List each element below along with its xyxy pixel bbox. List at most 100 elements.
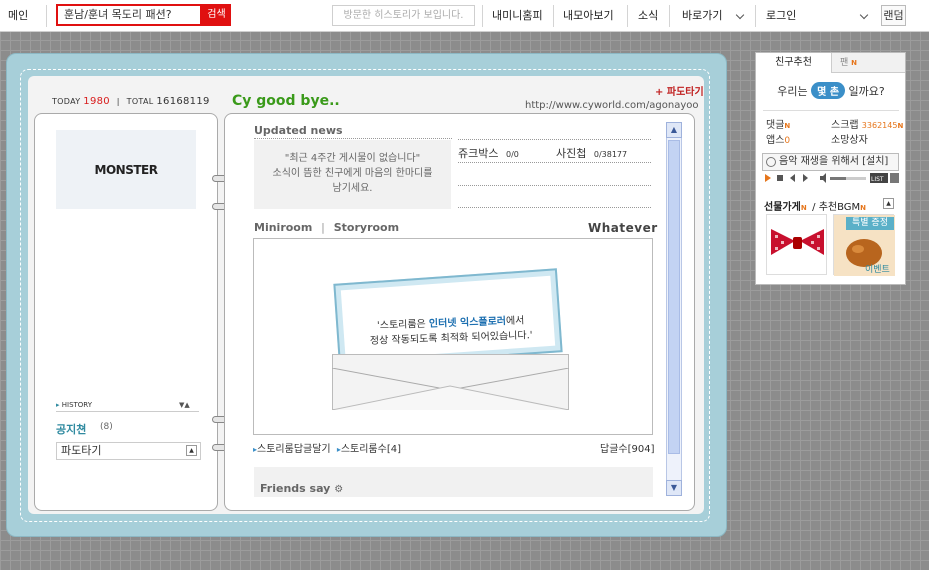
- storyroom-links: ▸스토리룸답글달기 ▸스토리룸수[4]: [253, 440, 401, 455]
- shortcut-menu[interactable]: 바로가기: [682, 0, 722, 32]
- music-install-bar[interactable]: 음악 재생을 위해서 [설치]: [762, 153, 899, 171]
- news-line: 남기세요.: [332, 183, 373, 194]
- divider: [458, 185, 651, 186]
- story-msg-part: 에서: [505, 315, 525, 328]
- random-button[interactable]: 랜덤: [881, 5, 906, 26]
- gift-shop-header: 선물가게N / 추천BGMN: [764, 198, 866, 213]
- total-label: TOTAL: [126, 97, 154, 106]
- apps-label: 앱스: [766, 135, 785, 146]
- room-tabs: Miniroom | Storyroom: [254, 221, 399, 234]
- divider: [254, 138, 452, 139]
- scrollbar-thumb[interactable]: [668, 140, 680, 454]
- news-line: "최근 4주간 게시물이 없습니다": [284, 153, 421, 164]
- history-label: HISTORY: [61, 401, 92, 409]
- jukebox-count: 0/0: [505, 150, 519, 159]
- divider: [458, 207, 651, 208]
- gear-icon: ⚙: [334, 484, 344, 495]
- story-msg-highlight: 인터넷 익스플로러: [428, 316, 507, 330]
- reply-count[interactable]: 답글수[904]: [600, 440, 655, 455]
- new-badge-icon: N: [851, 59, 858, 67]
- news-line: 소식이 뜸한 친구에게 마음의 한마디를: [272, 168, 433, 179]
- volume-icon[interactable]: [820, 173, 826, 183]
- arrow-up-icon[interactable]: ▲: [186, 445, 197, 456]
- scroll-down-button[interactable]: ▼: [666, 480, 682, 496]
- comment-label: 댓글: [766, 120, 785, 131]
- music-disc-icon: [766, 157, 776, 167]
- jukebox-link[interactable]: 쥬크박스 0/0: [458, 145, 519, 161]
- divider: [755, 5, 756, 27]
- today-label: TODAY: [52, 97, 81, 106]
- news-link[interactable]: 소식: [638, 0, 658, 32]
- my-collection-link[interactable]: 내모아보기: [563, 0, 614, 32]
- special-offer-badge: 특별 증정: [846, 217, 894, 230]
- divider: [458, 139, 651, 140]
- comment-link[interactable]: 댓글N: [766, 116, 790, 131]
- notice-title[interactable]: 공지쳔: [56, 421, 86, 437]
- history-input[interactable]: 방문한 히스토리가 보입니다.: [332, 5, 475, 26]
- tab-friend-recommend[interactable]: 친구추천: [756, 53, 831, 73]
- surf-select[interactable]: 파도타기 ▲: [56, 442, 201, 460]
- album-link[interactable]: 사진첩 0/38177: [556, 145, 627, 161]
- search-button[interactable]: 검색: [202, 4, 231, 26]
- chevron-down-icon[interactable]: [859, 10, 869, 20]
- event-label: 이벤트: [865, 265, 890, 275]
- friends-say-label: Friends say: [260, 482, 331, 495]
- scroll-up-button[interactable]: ▲: [666, 122, 682, 138]
- notice-count: (8): [100, 422, 113, 432]
- album-label: 사진첩: [556, 147, 587, 160]
- recommend-bgm-link[interactable]: / 추천BGM: [812, 202, 860, 213]
- list-label: LIST: [871, 176, 884, 183]
- stop-icon[interactable]: [777, 175, 783, 181]
- story-reply-link[interactable]: 스토리룸답글달기: [257, 444, 331, 455]
- scrap-count: 3362145: [861, 121, 898, 130]
- triangle-right-icon: ▸: [56, 401, 60, 409]
- music-player-controls: LIST: [765, 173, 899, 183]
- divider: [763, 110, 899, 111]
- history-toggle[interactable]: ▸ HISTORY: [56, 401, 92, 409]
- scrap-link[interactable]: 스크랩 3362145N: [831, 116, 903, 131]
- play-icon[interactable]: [765, 174, 771, 182]
- main-link[interactable]: 메인: [8, 0, 28, 32]
- gift-item-bowtie[interactable]: [766, 214, 827, 275]
- friends-say-title[interactable]: Friends say ⚙: [260, 482, 343, 495]
- popup-icon[interactable]: [890, 173, 899, 183]
- divider: [46, 5, 47, 27]
- my-minihompy-link[interactable]: 내미니홈피: [492, 0, 543, 32]
- arrow-up-icon[interactable]: ▲: [883, 198, 894, 209]
- divider: [669, 5, 670, 27]
- divider: [56, 411, 199, 412]
- tab-fan-label: 팬: [840, 58, 849, 68]
- visit-counter: TODAY 1980 | TOTAL 16168119: [52, 96, 210, 107]
- new-badge-icon: N: [860, 204, 867, 212]
- prev-icon[interactable]: [790, 174, 795, 182]
- divider: [553, 5, 554, 27]
- surf-select-value: 파도타기: [61, 444, 102, 457]
- story-count-link[interactable]: 스토리룸수[4]: [341, 444, 401, 455]
- relation-prompt: 우리는 몇 촌 일까요?: [756, 82, 906, 99]
- tab-fan[interactable]: 팬 N: [831, 53, 905, 73]
- login-menu[interactable]: 로그인: [766, 0, 796, 32]
- surf-link[interactable]: + 파도타기: [655, 83, 704, 98]
- relation-text: 일까요?: [848, 85, 885, 98]
- divider: [458, 162, 651, 163]
- wishbox-link[interactable]: 소망상자: [831, 131, 868, 146]
- apps-link[interactable]: 앱스0: [766, 131, 790, 146]
- total-count: 16168119: [156, 96, 210, 107]
- story-msg-part: '스토리룸은: [376, 318, 430, 332]
- divider: [482, 5, 483, 27]
- next-icon[interactable]: [803, 174, 808, 182]
- new-badge-icon: N: [784, 122, 791, 130]
- tab-storyroom[interactable]: Storyroom: [334, 221, 399, 234]
- expand-arrows-icon[interactable]: ▼▲: [179, 401, 190, 409]
- hompy-url[interactable]: http://www.cyworld.com/agonayoo: [525, 100, 699, 111]
- album-count: 0/38177: [593, 150, 628, 159]
- miniroom-caption: Whatever: [588, 221, 658, 235]
- relation-badge[interactable]: 몇 촌: [811, 82, 846, 99]
- divider: [627, 5, 628, 27]
- updated-news-title: Updated news: [254, 124, 343, 137]
- chevron-down-icon[interactable]: [735, 10, 745, 20]
- gift-shop-link[interactable]: 선물가게: [764, 202, 801, 213]
- tab-miniroom[interactable]: Miniroom: [254, 221, 312, 234]
- today-count: 1980: [83, 96, 110, 107]
- search-input[interactable]: 훈남/훈녀 목도리 패션?: [56, 4, 202, 26]
